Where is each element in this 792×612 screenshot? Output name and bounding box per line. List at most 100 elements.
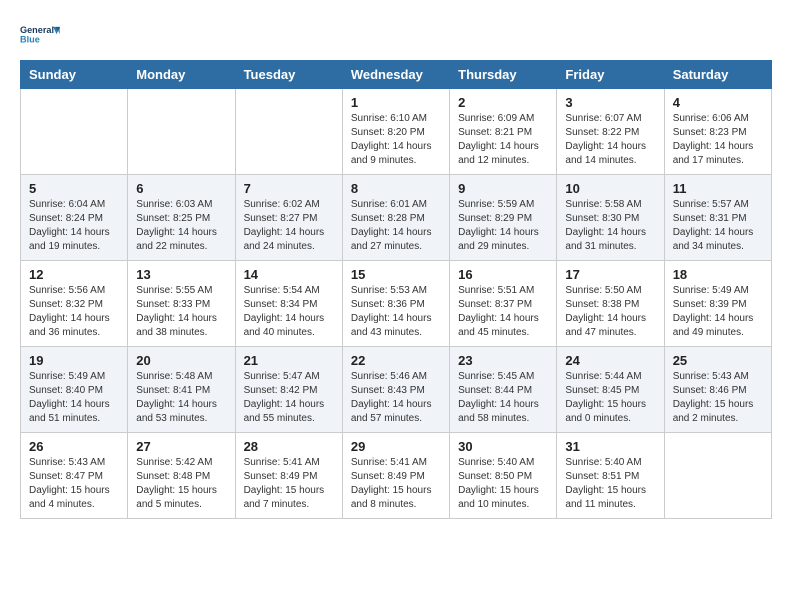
calendar-cell xyxy=(235,89,342,175)
col-header-monday: Monday xyxy=(128,61,235,89)
day-number: 18 xyxy=(673,267,763,282)
day-info: Sunrise: 6:03 AM Sunset: 8:25 PM Dayligh… xyxy=(136,198,226,254)
day-number: 19 xyxy=(29,353,119,368)
day-info: Sunrise: 6:10 AM Sunset: 8:20 PM Dayligh… xyxy=(351,112,441,168)
col-header-sunday: Sunday xyxy=(21,61,128,89)
day-number: 2 xyxy=(458,95,548,110)
calendar-cell: 13 Sunrise: 5:55 AM Sunset: 8:33 PM Dayli… xyxy=(128,261,235,347)
col-header-saturday: Saturday xyxy=(664,61,771,89)
calendar-cell: 16 Sunrise: 5:51 AM Sunset: 8:37 PM Dayli… xyxy=(450,261,557,347)
day-number: 7 xyxy=(244,181,334,196)
day-info: Sunrise: 5:54 AM Sunset: 8:34 PM Dayligh… xyxy=(244,284,334,340)
day-info: Sunrise: 5:59 AM Sunset: 8:29 PM Dayligh… xyxy=(458,198,548,254)
day-info: Sunrise: 6:07 AM Sunset: 8:22 PM Dayligh… xyxy=(565,112,655,168)
day-number: 31 xyxy=(565,439,655,454)
page-header: General Blue xyxy=(20,20,772,50)
calendar-cell: 19Sunrise: 5:49 AM Sunset: 8:40 PM Dayli… xyxy=(21,347,128,433)
day-info: Sunrise: 5:56 AM Sunset: 8:32 PM Dayligh… xyxy=(29,284,119,340)
col-header-friday: Friday xyxy=(557,61,664,89)
calendar-cell: 23Sunrise: 5:45 AM Sunset: 8:44 PM Dayli… xyxy=(450,347,557,433)
logo: General Blue xyxy=(20,20,60,50)
calendar-cell: 29 Sunrise: 5:41 AM Sunset: 8:49 PM Dayli… xyxy=(342,433,449,519)
day-number: 10 xyxy=(565,181,655,196)
day-number: 21 xyxy=(244,353,334,368)
calendar-cell: 31 Sunrise: 5:40 AM Sunset: 8:51 PM Dayli… xyxy=(557,433,664,519)
day-info: Sunrise: 6:09 AM Sunset: 8:21 PM Dayligh… xyxy=(458,112,548,168)
day-number: 24 xyxy=(565,353,655,368)
calendar-week-4: 26 Sunrise: 5:43 AM Sunset: 8:47 PM Dayli… xyxy=(21,433,772,519)
calendar-cell: 17 Sunrise: 5:50 AM Sunset: 8:38 PM Dayli… xyxy=(557,261,664,347)
day-info: Sunrise: 5:46 AM Sunset: 8:43 PM Dayligh… xyxy=(351,370,441,426)
day-info: Sunrise: 5:57 AM Sunset: 8:31 PM Dayligh… xyxy=(673,198,763,254)
calendar-week-0: 1 Sunrise: 6:10 AM Sunset: 8:20 PM Daylig… xyxy=(21,89,772,175)
calendar-table: SundayMondayTuesdayWednesdayThursdayFrid… xyxy=(20,60,772,519)
day-info: Sunrise: 5:47 AM Sunset: 8:42 PM Dayligh… xyxy=(244,370,334,426)
day-number: 12 xyxy=(29,267,119,282)
svg-text:General: General xyxy=(20,25,54,35)
day-number: 1 xyxy=(351,95,441,110)
calendar-cell: 18 Sunrise: 5:49 AM Sunset: 8:39 PM Dayli… xyxy=(664,261,771,347)
calendar-cell: 9 Sunrise: 5:59 AM Sunset: 8:29 PM Daylig… xyxy=(450,175,557,261)
day-info: Sunrise: 5:50 AM Sunset: 8:38 PM Dayligh… xyxy=(565,284,655,340)
calendar-cell: 12 Sunrise: 5:56 AM Sunset: 8:32 PM Dayli… xyxy=(21,261,128,347)
calendar-cell: 4Sunrise: 6:06 AM Sunset: 8:23 PM Daylig… xyxy=(664,89,771,175)
day-number: 13 xyxy=(136,267,226,282)
calendar-cell xyxy=(21,89,128,175)
day-number: 15 xyxy=(351,267,441,282)
calendar-cell: 5Sunrise: 6:04 AM Sunset: 8:24 PM Daylig… xyxy=(21,175,128,261)
day-number: 30 xyxy=(458,439,548,454)
calendar-cell: 20Sunrise: 5:48 AM Sunset: 8:41 PM Dayli… xyxy=(128,347,235,433)
calendar-cell: 22Sunrise: 5:46 AM Sunset: 8:43 PM Dayli… xyxy=(342,347,449,433)
day-number: 9 xyxy=(458,181,548,196)
day-number: 16 xyxy=(458,267,548,282)
day-info: Sunrise: 5:55 AM Sunset: 8:33 PM Dayligh… xyxy=(136,284,226,340)
calendar-cell: 25Sunrise: 5:43 AM Sunset: 8:46 PM Dayli… xyxy=(664,347,771,433)
day-number: 3 xyxy=(565,95,655,110)
day-number: 26 xyxy=(29,439,119,454)
day-info: Sunrise: 5:51 AM Sunset: 8:37 PM Dayligh… xyxy=(458,284,548,340)
calendar-week-1: 5Sunrise: 6:04 AM Sunset: 8:24 PM Daylig… xyxy=(21,175,772,261)
calendar-cell: 10Sunrise: 5:58 AM Sunset: 8:30 PM Dayli… xyxy=(557,175,664,261)
calendar-cell: 24 Sunrise: 5:44 AM Sunset: 8:45 PM Dayli… xyxy=(557,347,664,433)
calendar-cell: 27Sunrise: 5:42 AM Sunset: 8:48 PM Dayli… xyxy=(128,433,235,519)
day-info: Sunrise: 5:45 AM Sunset: 8:44 PM Dayligh… xyxy=(458,370,548,426)
calendar-cell: 28 Sunrise: 5:41 AM Sunset: 8:49 PM Dayli… xyxy=(235,433,342,519)
day-info: Sunrise: 5:40 AM Sunset: 8:51 PM Dayligh… xyxy=(565,456,655,512)
day-info: Sunrise: 6:01 AM Sunset: 8:28 PM Dayligh… xyxy=(351,198,441,254)
day-info: Sunrise: 5:43 AM Sunset: 8:46 PM Dayligh… xyxy=(673,370,763,426)
day-info: Sunrise: 5:41 AM Sunset: 8:49 PM Dayligh… xyxy=(351,456,441,512)
day-number: 17 xyxy=(565,267,655,282)
day-number: 28 xyxy=(244,439,334,454)
col-header-thursday: Thursday xyxy=(450,61,557,89)
day-number: 29 xyxy=(351,439,441,454)
day-info: Sunrise: 5:48 AM Sunset: 8:41 PM Dayligh… xyxy=(136,370,226,426)
day-number: 14 xyxy=(244,267,334,282)
logo-icon: General Blue xyxy=(20,20,60,48)
col-header-wednesday: Wednesday xyxy=(342,61,449,89)
calendar-header-row: SundayMondayTuesdayWednesdayThursdayFrid… xyxy=(21,61,772,89)
calendar-cell: 6 Sunrise: 6:03 AM Sunset: 8:25 PM Daylig… xyxy=(128,175,235,261)
day-info: Sunrise: 5:49 AM Sunset: 8:39 PM Dayligh… xyxy=(673,284,763,340)
day-info: Sunrise: 5:40 AM Sunset: 8:50 PM Dayligh… xyxy=(458,456,548,512)
day-number: 4 xyxy=(673,95,763,110)
calendar-cell: 21 Sunrise: 5:47 AM Sunset: 8:42 PM Dayli… xyxy=(235,347,342,433)
day-info: Sunrise: 6:02 AM Sunset: 8:27 PM Dayligh… xyxy=(244,198,334,254)
calendar-cell: 26 Sunrise: 5:43 AM Sunset: 8:47 PM Dayli… xyxy=(21,433,128,519)
day-info: Sunrise: 5:41 AM Sunset: 8:49 PM Dayligh… xyxy=(244,456,334,512)
day-info: Sunrise: 5:43 AM Sunset: 8:47 PM Dayligh… xyxy=(29,456,119,512)
col-header-tuesday: Tuesday xyxy=(235,61,342,89)
calendar-cell: 11Sunrise: 5:57 AM Sunset: 8:31 PM Dayli… xyxy=(664,175,771,261)
calendar-cell: 30 Sunrise: 5:40 AM Sunset: 8:50 PM Dayli… xyxy=(450,433,557,519)
calendar-cell: 15 Sunrise: 5:53 AM Sunset: 8:36 PM Dayli… xyxy=(342,261,449,347)
calendar-cell: 14 Sunrise: 5:54 AM Sunset: 8:34 PM Dayli… xyxy=(235,261,342,347)
day-number: 27 xyxy=(136,439,226,454)
day-number: 6 xyxy=(136,181,226,196)
calendar-cell: 1 Sunrise: 6:10 AM Sunset: 8:20 PM Daylig… xyxy=(342,89,449,175)
day-number: 8 xyxy=(351,181,441,196)
calendar-cell xyxy=(128,89,235,175)
day-info: Sunrise: 5:53 AM Sunset: 8:36 PM Dayligh… xyxy=(351,284,441,340)
calendar-week-3: 19Sunrise: 5:49 AM Sunset: 8:40 PM Dayli… xyxy=(21,347,772,433)
day-info: Sunrise: 5:44 AM Sunset: 8:45 PM Dayligh… xyxy=(565,370,655,426)
svg-text:Blue: Blue xyxy=(20,34,40,44)
calendar-cell: 7 Sunrise: 6:02 AM Sunset: 8:27 PM Daylig… xyxy=(235,175,342,261)
